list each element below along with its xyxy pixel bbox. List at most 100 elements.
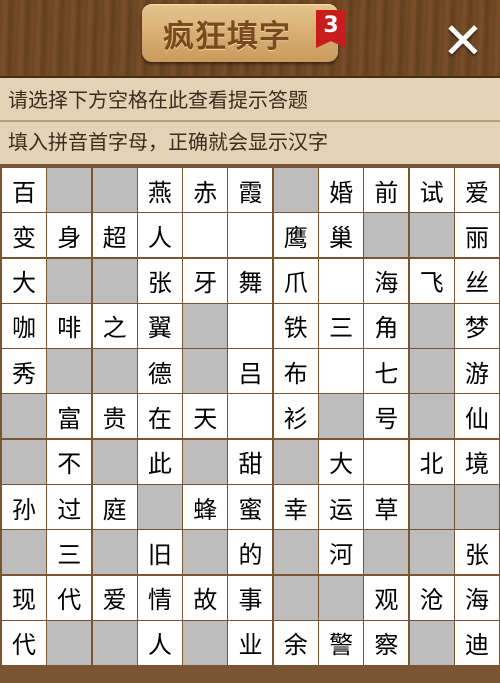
grid-cell-filled[interactable]: 此 bbox=[137, 439, 182, 484]
grid-cell-filled[interactable]: 仙 bbox=[454, 394, 499, 439]
grid-cell-blocked bbox=[273, 530, 318, 575]
grid-cell-blocked bbox=[183, 349, 228, 394]
grid-cell-blocked bbox=[2, 439, 46, 484]
grid-cell-filled[interactable]: 张 bbox=[137, 258, 182, 303]
grid-cell-filled[interactable]: 故 bbox=[183, 575, 228, 620]
grid-cell-blocked bbox=[183, 620, 228, 665]
grid-cell-filled[interactable]: 试 bbox=[409, 168, 454, 212]
grid-cell-filled[interactable]: 前 bbox=[364, 168, 409, 212]
grid-cell-filled[interactable]: 在 bbox=[137, 394, 182, 439]
grid-cell-filled[interactable]: 咖 bbox=[2, 303, 46, 348]
grid-cell-filled[interactable]: 舞 bbox=[228, 258, 273, 303]
grid-cell-empty[interactable] bbox=[319, 258, 364, 303]
grid-cell-filled[interactable]: 三 bbox=[319, 303, 364, 348]
grid-cell-filled[interactable]: 察 bbox=[364, 620, 409, 665]
grid-cell-filled[interactable]: 蜜 bbox=[228, 485, 273, 530]
grid-cell-filled[interactable]: 七 bbox=[364, 349, 409, 394]
grid-cell-filled[interactable]: 草 bbox=[364, 485, 409, 530]
grid-cell-filled[interactable]: 境 bbox=[454, 439, 499, 484]
close-button[interactable]: ✕ bbox=[436, 14, 490, 68]
grid-cell-filled[interactable]: 张 bbox=[454, 530, 499, 575]
grid-cell-filled[interactable]: 海 bbox=[364, 258, 409, 303]
grid-cell-filled[interactable]: 角 bbox=[364, 303, 409, 348]
crossword-grid: 百燕赤霞婚前试爱变身超人鹰巢丽大张牙舞爪海飞丝咖啡之翼铁三角梦秀德吕布七游富贵在… bbox=[2, 168, 499, 665]
hint-instruction-pinyin: 填入拼音首字母，正确就会显示汉字 bbox=[8, 130, 328, 154]
grid-cell-filled[interactable]: 吕 bbox=[228, 349, 273, 394]
grid-cell-filled[interactable]: 燕 bbox=[137, 168, 182, 212]
grid-cell-filled[interactable]: 鹰 bbox=[273, 213, 318, 258]
grid-cell-filled[interactable]: 孙 bbox=[2, 485, 46, 530]
grid-cell-filled[interactable]: 过 bbox=[47, 485, 92, 530]
grid-cell-filled[interactable]: 迪 bbox=[454, 620, 499, 665]
grid-cell-filled[interactable]: 大 bbox=[2, 258, 46, 303]
grid-cell-filled[interactable]: 旧 bbox=[137, 530, 182, 575]
grid-cell-filled[interactable]: 贵 bbox=[92, 394, 137, 439]
grid-cell-filled[interactable]: 丝 bbox=[454, 258, 499, 303]
grid-cell-filled[interactable]: 的 bbox=[228, 530, 273, 575]
grid-cell-filled[interactable]: 代 bbox=[47, 575, 92, 620]
grid-cell-filled[interactable]: 北 bbox=[409, 439, 454, 484]
top-bar: 疯狂填字 3 ✕ bbox=[0, 0, 500, 78]
grid-cell-filled[interactable]: 爱 bbox=[454, 168, 499, 212]
grid-cell-filled[interactable]: 河 bbox=[319, 530, 364, 575]
grid-cell-filled[interactable]: 铁 bbox=[273, 303, 318, 348]
grid-cell-filled[interactable]: 沧 bbox=[409, 575, 454, 620]
grid-cell-filled[interactable]: 人 bbox=[137, 213, 182, 258]
grid-cell-filled[interactable]: 庭 bbox=[92, 485, 137, 530]
grid-cell-filled[interactable]: 业 bbox=[228, 620, 273, 665]
grid-cell-filled[interactable]: 之 bbox=[92, 303, 137, 348]
grid-cell-empty[interactable] bbox=[364, 439, 409, 484]
grid-cell-filled[interactable]: 号 bbox=[364, 394, 409, 439]
grid-cell-filled[interactable]: 身 bbox=[47, 213, 92, 258]
grid-cell-filled[interactable]: 翼 bbox=[137, 303, 182, 348]
grid-cell-filled[interactable]: 海 bbox=[454, 575, 499, 620]
grid-cell-filled[interactable]: 蜂 bbox=[183, 485, 228, 530]
grid-cell-filled[interactable]: 观 bbox=[364, 575, 409, 620]
grid-cell-filled[interactable]: 赤 bbox=[183, 168, 228, 212]
grid-cell-filled[interactable]: 变 bbox=[2, 213, 46, 258]
grid-cell-filled[interactable]: 余 bbox=[273, 620, 318, 665]
grid-cell-filled[interactable]: 德 bbox=[137, 349, 182, 394]
grid-cell-filled[interactable]: 霞 bbox=[228, 168, 273, 212]
grid-cell-blocked bbox=[92, 530, 137, 575]
grid-cell-filled[interactable]: 幸 bbox=[273, 485, 318, 530]
grid-cell-filled[interactable]: 飞 bbox=[409, 258, 454, 303]
grid-cell-filled[interactable]: 不 bbox=[47, 439, 92, 484]
grid-cell-filled[interactable]: 牙 bbox=[183, 258, 228, 303]
crossword-board: 百燕赤霞婚前试爱变身超人鹰巢丽大张牙舞爪海飞丝咖啡之翼铁三角梦秀德吕布七游富贵在… bbox=[0, 164, 500, 683]
grid-cell-filled[interactable]: 丽 bbox=[454, 213, 499, 258]
grid-cell-filled[interactable]: 啡 bbox=[47, 303, 92, 348]
grid-cell-filled[interactable]: 婚 bbox=[319, 168, 364, 212]
grid-cell-filled[interactable]: 富 bbox=[47, 394, 92, 439]
grid-cell-blocked bbox=[2, 394, 46, 439]
grid-cell-empty[interactable] bbox=[228, 394, 273, 439]
grid-cell-blocked bbox=[273, 575, 318, 620]
grid-cell-filled[interactable]: 秀 bbox=[2, 349, 46, 394]
grid-cell-filled[interactable]: 现 bbox=[2, 575, 46, 620]
grid-cell-blocked bbox=[409, 530, 454, 575]
grid-cell-filled[interactable]: 巢 bbox=[319, 213, 364, 258]
grid-cell-filled[interactable]: 衫 bbox=[273, 394, 318, 439]
grid-cell-filled[interactable]: 百 bbox=[2, 168, 46, 212]
grid-cell-filled[interactable]: 超 bbox=[92, 213, 137, 258]
grid-cell-filled[interactable]: 甜 bbox=[228, 439, 273, 484]
grid-cell-filled[interactable]: 警 bbox=[319, 620, 364, 665]
grid-cell-filled[interactable]: 大 bbox=[319, 439, 364, 484]
grid-cell-filled[interactable]: 情 bbox=[137, 575, 182, 620]
grid-cell-filled[interactable]: 代 bbox=[2, 620, 46, 665]
grid-cell-blocked bbox=[47, 258, 92, 303]
grid-cell-filled[interactable]: 事 bbox=[228, 575, 273, 620]
grid-cell-filled[interactable]: 爱 bbox=[92, 575, 137, 620]
grid-cell-filled[interactable]: 爪 bbox=[273, 258, 318, 303]
grid-cell-filled[interactable]: 布 bbox=[273, 349, 318, 394]
grid-cell-filled[interactable]: 三 bbox=[47, 530, 92, 575]
grid-cell-empty[interactable] bbox=[228, 213, 273, 258]
grid-cell-filled[interactable]: 天 bbox=[183, 394, 228, 439]
grid-cell-filled[interactable]: 梦 bbox=[454, 303, 499, 348]
grid-cell-empty[interactable] bbox=[228, 303, 273, 348]
grid-cell-filled[interactable]: 运 bbox=[319, 485, 364, 530]
grid-cell-filled[interactable]: 人 bbox=[137, 620, 182, 665]
grid-cell-empty[interactable] bbox=[319, 349, 364, 394]
grid-cell-filled[interactable]: 游 bbox=[454, 349, 499, 394]
grid-cell-empty[interactable] bbox=[183, 213, 228, 258]
